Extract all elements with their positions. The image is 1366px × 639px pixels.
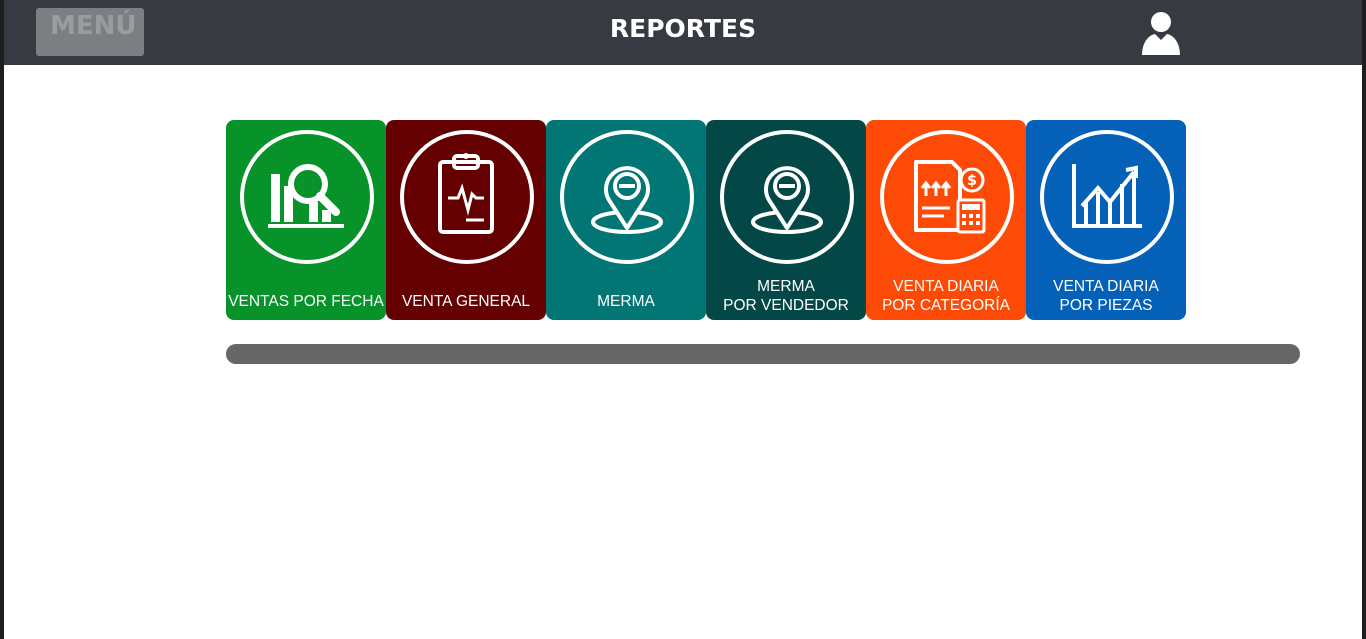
card-label: VENTA DIARIA POR PIEZAS — [1026, 277, 1186, 315]
growth-chart-icon — [1040, 130, 1174, 264]
card-label: VENTAS POR FECHA — [226, 292, 386, 311]
report-card-merma[interactable]: MERMA — [546, 120, 706, 320]
location-minus-icon — [560, 130, 694, 264]
report-card-venta-general[interactable]: VENTA GENERAL — [386, 120, 546, 320]
card-label-line-1: VENTA DIARIA — [893, 278, 999, 295]
top-bar: MENÚ REPORTES — [4, 0, 1362, 65]
card-label: VENTA GENERAL — [386, 292, 546, 311]
svg-text:$: $ — [967, 173, 977, 189]
user-icon[interactable] — [1141, 10, 1181, 56]
card-label-line-1: VENTA GENERAL — [401, 293, 531, 310]
card-label-line-1: MERMA — [597, 293, 655, 310]
horizontal-scrollbar[interactable] — [226, 344, 1300, 364]
report-card-venta-diaria-por-categoria[interactable]: $ VENTA DIARIA POR CATEGORÍA — [866, 120, 1026, 320]
report-card-ventas-por-fecha[interactable]: VENTAS POR FECHA — [226, 120, 386, 320]
invoice-calculator-icon: $ — [880, 130, 1014, 264]
location-minus-icon — [720, 130, 854, 264]
card-label-line-1: VENTAS POR FECHA — [228, 293, 384, 310]
card-label: VENTA DIARIA POR CATEGORÍA — [866, 277, 1026, 315]
clipboard-pulse-icon — [400, 130, 534, 264]
report-card-merma-por-vendedor[interactable]: MERMA POR VENDEDOR — [706, 120, 866, 320]
report-card-venta-diaria-por-piezas[interactable]: VENTA DIARIA POR PIEZAS — [1026, 120, 1186, 320]
app-window: MENÚ REPORTES VENTAS POR FECHA VENTA GEN… — [4, 0, 1362, 639]
card-label-line-2: POR PIEZAS — [1059, 297, 1153, 314]
card-label-line-2: POR CATEGORÍA — [881, 297, 1011, 314]
report-search-icon — [240, 130, 374, 264]
card-label-line-1: MERMA — [757, 278, 815, 295]
card-label-line-2: POR VENDEDOR — [723, 297, 849, 314]
card-label: MERMA — [546, 292, 706, 311]
card-label: MERMA POR VENDEDOR — [706, 277, 866, 315]
card-label-line-1: VENTA DIARIA — [1053, 278, 1159, 295]
